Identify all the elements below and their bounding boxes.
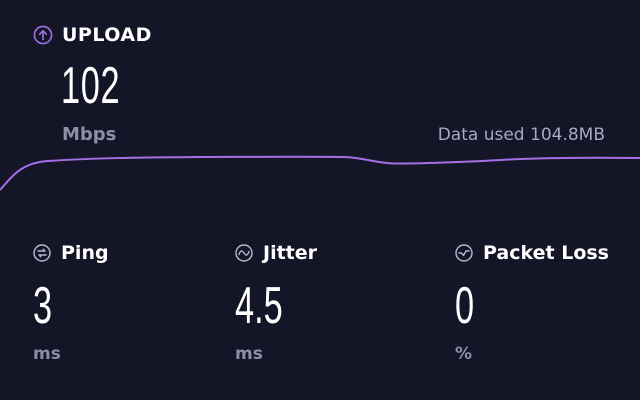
ping-unit: ms (33, 344, 61, 364)
upload-header: UPLOAD (33, 22, 152, 48)
packet-loss-metric: Packet Loss 0 % (455, 240, 609, 364)
data-used-label: Data used 104.8MB (437, 125, 605, 145)
jitter-metric: Jitter 4.5 ms (235, 240, 318, 364)
ping-value: 3 (33, 277, 53, 335)
packet-loss-value: 0 (455, 277, 475, 335)
jitter-unit: ms (235, 344, 263, 364)
jitter-value: 4.5 (235, 277, 283, 335)
packet-loss-label: Packet Loss (483, 242, 609, 264)
packet-loss-icon (455, 244, 473, 262)
speed-test-result-panel: UPLOAD 102 Mbps Data used 104.8MB Ping 3… (0, 0, 640, 400)
upload-title: UPLOAD (62, 24, 152, 46)
jitter-label: Jitter (263, 242, 318, 264)
upload-speed-unit: Mbps (62, 124, 117, 145)
ping-icon (33, 244, 51, 262)
ping-metric: Ping 3 ms (33, 240, 109, 364)
ping-label: Ping (61, 242, 109, 264)
jitter-wave-icon (235, 244, 253, 262)
upload-speed-graph (0, 155, 640, 191)
arrow-up-circle-icon (33, 25, 53, 45)
packet-loss-unit: % (455, 344, 473, 364)
upload-speed-graph-line (0, 155, 640, 191)
upload-speed-value: 102 (61, 57, 121, 115)
